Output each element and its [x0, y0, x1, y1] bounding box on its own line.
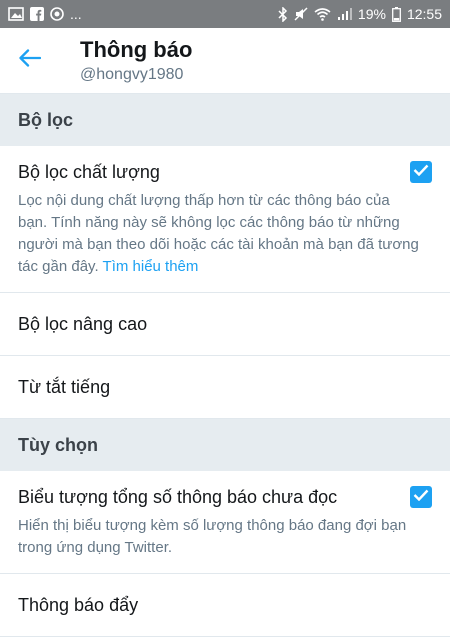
section-header-filters: Bộ lọc [0, 94, 450, 146]
signal-icon [337, 7, 352, 21]
section-header-options: Tùy chọn [0, 419, 450, 471]
app-bar: Thông báo @hongvy1980 [0, 28, 450, 94]
unread-badge-title: Biểu tượng tổng số thông báo chưa đọc [18, 487, 338, 507]
status-bar: ... 19% 12:55 [0, 0, 450, 28]
unread-badge-description: Hiển thị biểu tượng kèm số lượng thông b… [18, 517, 407, 556]
advanced-filter-title: Bộ lọc nâng cao [18, 314, 148, 334]
unread-badge-top: Biểu tượng tổng số thông báo chưa đọc [18, 485, 432, 509]
quality-filter-title: Bộ lọc chất lượng [18, 162, 160, 182]
more-notifications-dots: ... [70, 6, 82, 22]
wifi-icon [314, 7, 331, 21]
arrow-left-icon [19, 49, 42, 72]
checkmark-icon [413, 163, 429, 181]
checkmark-icon [413, 488, 429, 506]
quality-filter-top: Bộ lọc chất lượng [18, 160, 432, 184]
circle-app-icon [50, 7, 64, 21]
quality-filter-description: Lọc nội dung chất lượng thấp hơn từ các … [18, 190, 432, 278]
quality-filter-row[interactable]: Bộ lọc chất lượng Lọc nội dung chất lượn… [0, 146, 450, 293]
battery-percent: 19% [357, 6, 386, 22]
back-button[interactable] [0, 28, 60, 94]
battery-icon [392, 6, 401, 22]
gallery-icon [8, 7, 24, 21]
advanced-filter-row[interactable]: Bộ lọc nâng cao [0, 293, 450, 356]
page-title: Thông báo [80, 36, 193, 62]
facebook-icon [30, 7, 44, 21]
clock: 12:55 [406, 6, 442, 22]
push-notifications-title: Thông báo đẩy [18, 595, 139, 615]
unread-badge-checkbox[interactable] [410, 486, 432, 508]
mute-icon [294, 7, 308, 21]
muted-words-title: Từ tắt tiếng [18, 377, 111, 397]
push-notifications-row[interactable]: Thông báo đẩy [0, 574, 450, 637]
unread-badge-row[interactable]: Biểu tượng tổng số thông báo chưa đọc Hi… [0, 471, 450, 574]
quality-filter-desc-text: Lọc nội dung chất lượng thấp hơn từ các … [18, 192, 419, 275]
learn-more-link[interactable]: Tìm hiểu thêm [103, 258, 199, 275]
account-handle: @hongvy1980 [80, 65, 184, 83]
title-block: Thông báo @hongvy1980 [60, 37, 192, 85]
status-left: ... [8, 6, 82, 22]
status-right: 19% 12:55 [278, 6, 442, 22]
quality-filter-checkbox[interactable] [410, 161, 432, 183]
muted-words-row[interactable]: Từ tắt tiếng [0, 356, 450, 419]
bluetooth-icon [278, 6, 288, 22]
